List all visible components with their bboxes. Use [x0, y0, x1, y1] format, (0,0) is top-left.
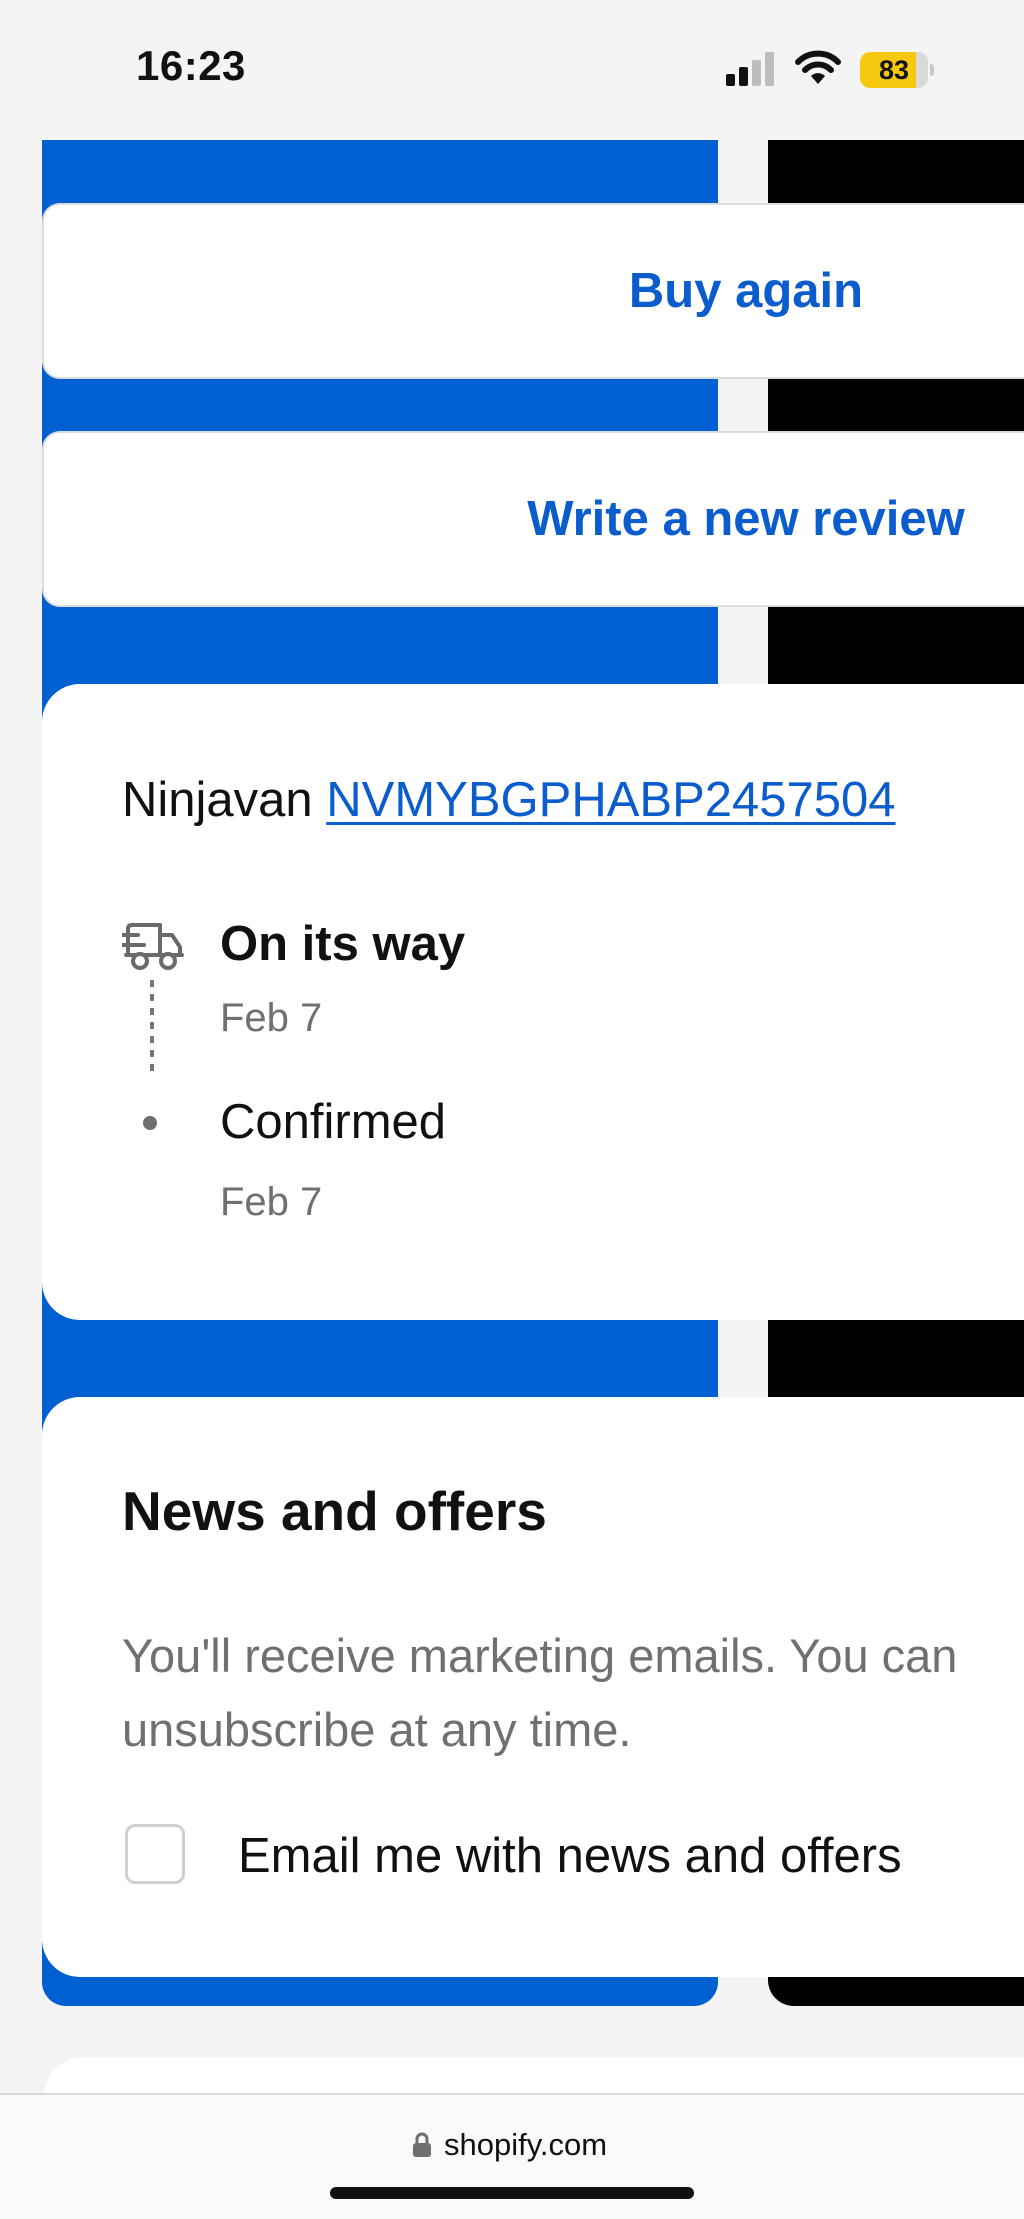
battery-level: 83 — [878, 55, 910, 85]
lock-icon — [413, 2132, 431, 2157]
timeline-connector — [150, 980, 154, 1076]
delivery-truck-icon — [122, 923, 184, 970]
cellular-signal-icon — [726, 52, 774, 86]
status-bar: 16:23 83 — [0, 0, 1024, 140]
news-heading: News and offers — [122, 1480, 547, 1542]
buy-again-button[interactable]: Buy again — [42, 203, 1024, 379]
event-date: Feb 7 — [220, 1180, 323, 1224]
battery-icon: 83 — [860, 52, 934, 88]
url-text: shopify.com — [444, 2127, 608, 2162]
buy-again-label: Buy again — [628, 264, 864, 318]
write-review-label: Write a new review — [527, 492, 965, 546]
event-title: On its way — [220, 917, 466, 971]
wifi-icon — [795, 50, 841, 84]
browser-url-bar: shopify.com — [0, 2093, 1024, 2219]
status-time: 16:23 — [136, 42, 246, 89]
tracking-number-link[interactable]: NVMYBGPHABP2457504 — [326, 773, 895, 827]
event-title: Confirmed — [220, 1095, 447, 1149]
email-opt-in-label[interactable]: Email me with news and offers — [238, 1828, 902, 1884]
email-opt-in-checkbox[interactable] — [125, 1824, 185, 1884]
news-and-offers-card: News and offers You'll receive marketing… — [42, 1397, 1024, 1977]
event-date: Feb 7 — [220, 996, 323, 1040]
news-description: You'll receive marketing emails. You can… — [122, 1629, 958, 1756]
dot-icon — [143, 1116, 157, 1130]
carrier-name: Ninjavan — [122, 773, 313, 827]
url-display[interactable]: shopify.com — [412, 2123, 607, 2167]
carrier-line: Ninjavan NVMYBGPHABP2457504 — [122, 772, 896, 828]
write-review-button[interactable]: Write a new review — [42, 431, 1024, 607]
shipment-tracking-card: Ninjavan NVMYBGPHABP2457504 On its way F… — [42, 684, 1024, 1320]
home-indicator[interactable] — [330, 2187, 694, 2199]
